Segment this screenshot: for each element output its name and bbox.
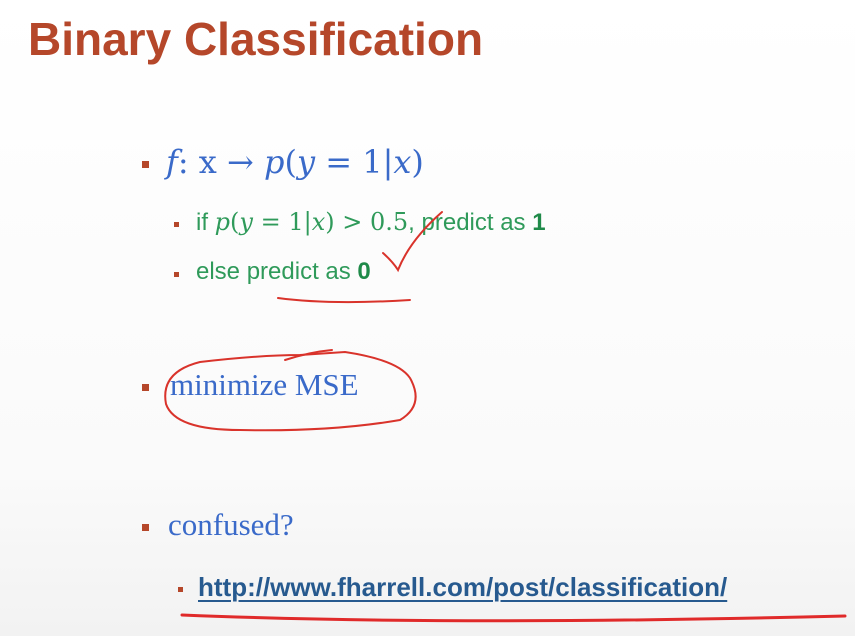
slide: Binary Classification f: x → p(y = 1|x) … [0, 0, 855, 636]
ink-annotations [164, 211, 847, 623]
check-mark [382, 211, 443, 273]
circle-minimize [164, 350, 417, 432]
underline-predict [277, 297, 411, 304]
underline-link [180, 613, 847, 623]
